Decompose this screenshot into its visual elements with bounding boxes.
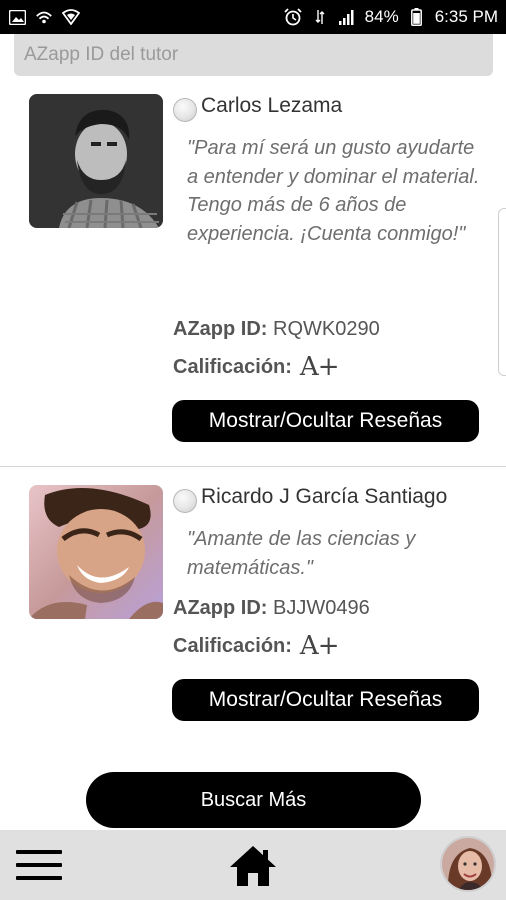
tutor-quote: "Amante de las ciencias y matemáticas." <box>187 528 416 579</box>
azapp-id-value: RQWK0290 <box>273 318 380 340</box>
tutor-id-row: AZapp ID: RQWK0290 <box>173 318 380 341</box>
rating-label: Calificación: <box>173 355 292 378</box>
tutor-name: Ricardo J García Santiago <box>201 485 448 508</box>
tutor-name: Carlos Lezama <box>201 94 343 117</box>
profile-avatar[interactable] <box>440 836 496 892</box>
tutor-id-row: AZapp ID: BJJW0496 <box>173 597 370 620</box>
azapp-id-label: AZapp ID: <box>173 597 268 619</box>
shield-icon <box>62 8 80 26</box>
select-tutor-radio[interactable] <box>173 489 197 513</box>
menu-icon[interactable] <box>16 850 62 882</box>
battery-icon <box>408 8 426 26</box>
tutor-photo <box>29 94 163 228</box>
tutor-id-search <box>14 34 493 76</box>
bottom-nav <box>0 830 506 900</box>
hotspot-icon <box>35 8 53 26</box>
status-right: 84% 6:35 PM <box>284 7 498 27</box>
home-icon[interactable] <box>228 844 278 888</box>
battery-percent: 84% <box>364 7 399 26</box>
toggle-reviews-button[interactable]: Mostrar/Ocultar Reseñas <box>172 400 479 442</box>
tutor-card: Carlos Lezama "Para mí será un gusto ayu… <box>0 90 506 466</box>
rating-grade: A+ <box>299 352 340 382</box>
alarm-icon <box>284 8 302 26</box>
search-more-button[interactable]: Buscar Más <box>86 772 421 828</box>
tutor-rating-row: Calificación: A+ <box>173 631 340 661</box>
tutor-id-input[interactable] <box>14 34 493 76</box>
image-icon <box>8 8 26 26</box>
tutor-quote: "Para mí será un gusto ayudarte a entend… <box>187 137 480 245</box>
tutor-card: Ricardo J García Santiago "Amante de las… <box>0 466 506 736</box>
select-tutor-radio[interactable] <box>173 98 197 122</box>
clock: 6:35 PM <box>434 7 498 26</box>
signal-icon <box>338 8 356 26</box>
tutor-photo <box>29 485 163 619</box>
status-bar: 84% 6:35 PM <box>0 0 506 34</box>
rating-grade: A+ <box>299 631 340 661</box>
data-icon <box>311 8 329 26</box>
rating-label: Calificación: <box>173 634 292 657</box>
azapp-id-label: AZapp ID: <box>173 318 268 340</box>
status-left <box>8 8 80 26</box>
toggle-reviews-button[interactable]: Mostrar/Ocultar Reseñas <box>172 679 479 721</box>
tutor-rating-row: Calificación: A+ <box>173 352 340 382</box>
azapp-id-value: BJJW0496 <box>273 597 370 619</box>
